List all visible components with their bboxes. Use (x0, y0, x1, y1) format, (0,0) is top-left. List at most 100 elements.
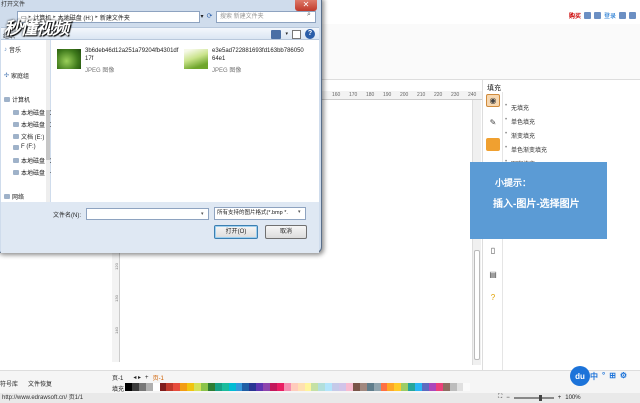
nav-item-homegroup[interactable]: ✣ 家庭组 (4, 71, 29, 80)
palette-swatch[interactable] (187, 383, 195, 391)
help-icon[interactable] (629, 11, 636, 19)
palette-swatch[interactable] (159, 383, 167, 391)
help-icon[interactable]: ? (305, 29, 315, 39)
ime-punct-icon[interactable]: ° (602, 371, 605, 382)
cloud-icon[interactable] (593, 11, 601, 19)
palette-swatch[interactable] (200, 383, 208, 391)
shadow-icon[interactable] (486, 138, 500, 151)
filename-input[interactable] (86, 208, 209, 220)
fill-option[interactable]: 单色填充 (505, 117, 535, 126)
palette-swatch[interactable] (456, 383, 464, 391)
tab-symbol-library[interactable]: 符号库 (0, 379, 18, 388)
add-page-button[interactable]: + (145, 375, 149, 381)
palette-swatch[interactable] (214, 383, 222, 391)
palette-swatch[interactable] (180, 383, 188, 391)
palette-swatch[interactable] (235, 383, 243, 391)
nav-scrollbar[interactable] (46, 40, 50, 202)
palette-swatch[interactable] (242, 383, 250, 391)
palette-swatch[interactable] (249, 383, 257, 391)
fit-icon[interactable]: ⛶ (498, 394, 502, 401)
palette-swatch[interactable] (339, 383, 346, 391)
palette-swatch[interactable] (270, 383, 277, 391)
palette-swatch[interactable] (408, 383, 416, 391)
palette-swatch[interactable] (366, 383, 374, 391)
palette-swatch[interactable] (131, 383, 139, 391)
palette-swatch[interactable] (276, 383, 284, 391)
preview-pane-icon[interactable] (292, 29, 301, 39)
du-logo[interactable]: du (570, 366, 590, 386)
palette-swatch[interactable] (138, 383, 146, 391)
cancel-button[interactable]: 取消 (265, 225, 307, 239)
palette-swatch[interactable] (263, 383, 271, 391)
palette-swatch[interactable] (318, 383, 326, 391)
share-icon[interactable] (583, 11, 591, 19)
ime-lang-icon[interactable]: 中 (590, 371, 598, 382)
palette-swatch[interactable] (297, 383, 305, 391)
comment-icon[interactable]: ▤ (486, 268, 500, 281)
help-circle-icon[interactable]: ? (486, 291, 500, 304)
palette-swatch[interactable] (387, 383, 395, 391)
palette-swatch[interactable] (194, 383, 201, 391)
nav-item-drive-f[interactable]: F (F:) (13, 144, 36, 150)
fill-bucket-icon[interactable]: ◉ (486, 94, 500, 107)
palette-swatch[interactable] (449, 383, 457, 391)
zoom-in-button[interactable]: + (558, 395, 562, 401)
palette-swatch[interactable] (394, 383, 402, 391)
ime-settings-icon[interactable]: ⚙ (620, 371, 627, 382)
zoom-slider[interactable] (513, 394, 554, 401)
close-icon[interactable]: ✕ (295, 0, 317, 11)
fill-option[interactable]: 渐变填充 (505, 131, 535, 140)
page-tab[interactable]: 页-1 (112, 373, 123, 382)
login-link[interactable]: 登录 (604, 11, 616, 20)
view-mode-icon[interactable] (271, 29, 282, 39)
fill-option[interactable]: 无填充 (505, 103, 529, 112)
palette-swatch[interactable] (145, 383, 153, 391)
palette-swatch[interactable] (421, 383, 429, 391)
settings-icon[interactable] (619, 11, 626, 19)
palette-swatch[interactable] (346, 383, 353, 391)
palette-swatch[interactable] (325, 383, 333, 391)
nav-item-computer[interactable]: 计算机 (4, 95, 30, 104)
open-button[interactable]: 打开(O) (214, 225, 258, 239)
scroll-arrows-icon[interactable]: ◂ ▸ (133, 374, 141, 381)
palette-swatch[interactable] (442, 383, 450, 391)
palette-swatch[interactable] (256, 383, 264, 391)
palette-swatch[interactable] (311, 383, 319, 391)
color-palette[interactable] (125, 383, 471, 391)
palette-swatch[interactable] (221, 383, 229, 391)
zoom-out-button[interactable]: − (506, 395, 510, 401)
palette-swatch[interactable] (359, 383, 367, 391)
palette-swatch[interactable] (290, 383, 298, 391)
tab-file-recovery[interactable]: 文件恢复 (28, 379, 52, 388)
palette-swatch[interactable] (283, 383, 291, 391)
palette-swatch[interactable] (373, 383, 381, 391)
breadcrumb-folder[interactable]: 新建文件夹 (100, 13, 130, 22)
refresh-icon[interactable]: ⟳ (204, 11, 215, 23)
nav-item-music[interactable]: ♪ 音乐 (4, 45, 21, 55)
chevron-down-icon[interactable]: ▾ (298, 209, 301, 215)
palette-swatch[interactable] (401, 383, 409, 391)
palette-swatch[interactable] (166, 383, 174, 391)
palette-swatch[interactable] (125, 383, 132, 391)
fill-option[interactable]: 单色渐变填充 (505, 145, 547, 154)
chevron-down-icon[interactable]: ▾ (285, 31, 288, 37)
buy-link[interactable]: 购买 (569, 11, 581, 20)
palette-swatch[interactable] (304, 383, 312, 391)
scroll-thumb[interactable] (474, 250, 480, 360)
scroll-thumb[interactable] (46, 110, 50, 160)
line-pen-icon[interactable]: ✎ (486, 116, 500, 129)
palette-swatch[interactable] (207, 383, 215, 391)
nav-item-drive-e[interactable]: 文档 (E:) (13, 132, 44, 141)
palette-swatch[interactable] (352, 383, 360, 391)
palette-swatch[interactable] (415, 383, 422, 391)
chevron-down-icon[interactable]: ▾ (201, 211, 204, 217)
page-icon[interactable]: ▯ (486, 244, 500, 257)
palette-swatch[interactable] (152, 383, 160, 391)
search-input[interactable]: 搜索 新建文件夹 (216, 11, 316, 23)
file-item[interactable]: e3e5ad722881693fd163bb78605064e1 JPEG 图像 (178, 47, 304, 87)
palette-swatch[interactable] (435, 383, 443, 391)
palette-swatch[interactable] (428, 383, 436, 391)
palette-swatch[interactable] (463, 383, 471, 391)
file-item[interactable]: 3b6deb46d12a251a79204fb4301df17f JPEG 图像 (51, 47, 178, 87)
ime-keyboard-icon[interactable]: ⊞ (609, 371, 616, 382)
